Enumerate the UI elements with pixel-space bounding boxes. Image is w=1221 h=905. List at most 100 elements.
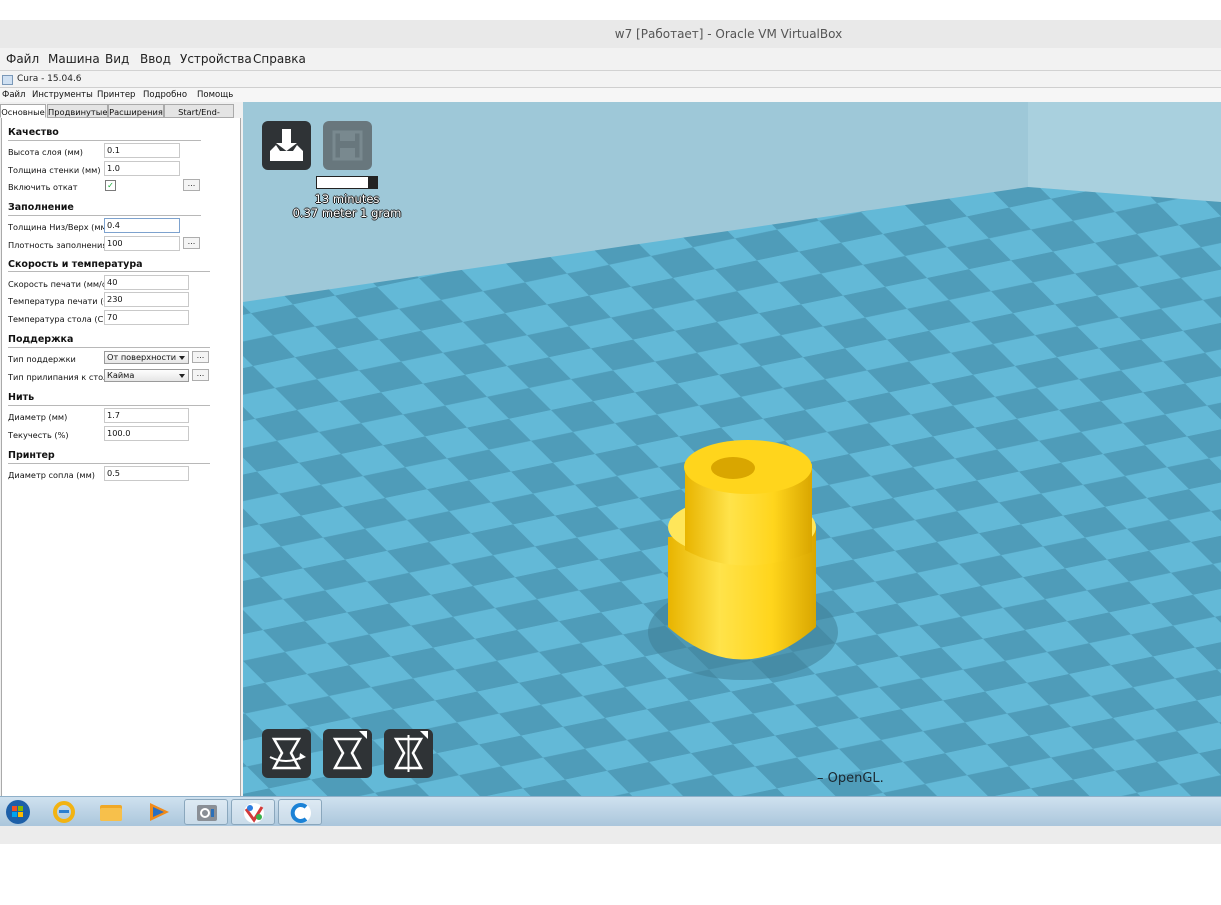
section-title-machine: Принтер (8, 450, 55, 461)
section-title-speed: Скорость и температура (8, 259, 143, 270)
start-button[interactable] (2, 799, 34, 825)
tab-advanced[interactable]: Продвинутые (47, 104, 108, 118)
support-settings-button[interactable]: ... (192, 351, 209, 363)
print-speed-field[interactable]: 40 (104, 275, 189, 290)
host-menu-machine[interactable]: Машина (48, 48, 100, 70)
section-title-support: Поддержка (8, 334, 74, 345)
retraction-label: Включить откат (8, 182, 78, 192)
section-title-filament: Нить (8, 392, 35, 403)
host-menu-devices[interactable]: Устройства (180, 48, 252, 70)
taskbar-cura[interactable] (278, 799, 322, 825)
cura-title-bar: Cura - 15.04.6 (0, 71, 1221, 88)
flow-field[interactable]: 100.0 (104, 426, 189, 441)
scale-button[interactable] (323, 729, 372, 778)
taskbar-file-explorer[interactable] (92, 799, 130, 825)
print-time-text: 13 minutes (314, 192, 380, 206)
print-temperature-label: Температура печати (C) (8, 296, 113, 306)
adhesion-type-label: Тип прилипания к столу (8, 372, 114, 382)
cura-menu-help[interactable]: Помощь (197, 88, 233, 102)
bottom-top-thickness-label: Толщина Низ/Верх (мм) (8, 222, 110, 232)
section-divider (8, 215, 201, 216)
control-panel-icon (197, 805, 217, 821)
media-player-icon (150, 803, 169, 821)
fill-density-field[interactable]: 100 (104, 236, 180, 251)
nozzle-size-label: Диаметр сопла (мм) (8, 470, 95, 480)
print-speed-label: Скорость печати (мм/с) (8, 279, 110, 289)
print-material-text: 0.37 meter 1 gram (292, 206, 402, 220)
taskbar-paint[interactable] (231, 799, 275, 825)
host-window-title-text: w7 [Работает] - Oracle VM VirtualBox (614, 27, 843, 41)
tab-plugins[interactable]: Расширения (108, 104, 164, 118)
3d-viewport[interactable]: 13 minutes 0.37 meter 1 gram – OpenGL. (243, 102, 1221, 796)
retraction-settings-button[interactable]: ... (183, 179, 200, 191)
tab-start-end-gcode[interactable]: Start/End-GCode (164, 104, 234, 131)
section-title-fill: Заполнение (8, 202, 74, 213)
mirror-icon (393, 731, 428, 772)
host-window-title: w7 [Работает] - Oracle VM VirtualBox (0, 20, 1221, 48)
rotate-icon (269, 737, 306, 770)
renderer-info-text: – OpenGL. (817, 771, 884, 786)
bed-temperature-label: Температура стола (C) (8, 314, 107, 324)
nozzle-size-field[interactable]: 0.5 (104, 466, 189, 481)
guest-taskbar (0, 796, 1221, 827)
support-type-label: Тип поддержки (8, 354, 76, 364)
host-menu-file[interactable]: Файл (6, 48, 39, 70)
filament-diameter-label: Диаметр (мм) (8, 412, 68, 422)
save-toolpath-icon (332, 130, 363, 161)
internet-explorer-icon (53, 801, 75, 823)
taskbar-control-panel[interactable] (184, 799, 228, 825)
cura-menu-file[interactable]: Файл (2, 88, 25, 102)
cura-menu-tools[interactable]: Инструменты (32, 88, 93, 102)
section-divider (8, 463, 210, 464)
support-type-value: От поверхности (107, 352, 177, 362)
chevron-down-icon (179, 374, 185, 378)
host-menu-help[interactable]: Справка (253, 48, 306, 70)
save-toolpath-button[interactable] (323, 121, 372, 170)
section-divider (8, 347, 210, 348)
cura-menu-machine[interactable]: Принтер (97, 88, 135, 102)
layer-height-field[interactable]: 0.1 (104, 143, 180, 158)
cura-menu-bar: Файл Инструменты Принтер Подробно Помощь (0, 88, 1221, 102)
file-explorer-icon (100, 805, 122, 821)
section-divider (8, 405, 210, 406)
mirror-button[interactable] (384, 729, 433, 778)
tab-basic[interactable]: Основные (0, 104, 46, 118)
load-model-icon (270, 129, 303, 161)
cura-app-icon (290, 803, 311, 823)
adhesion-settings-button[interactable]: ... (192, 369, 209, 381)
rotate-button[interactable] (262, 729, 311, 778)
cura-window-title: Cura - 15.04.6 (17, 74, 82, 84)
section-title-quality: Качество (8, 127, 59, 138)
settings-form: Качество Высота слоя (мм) 0.1 Толщина ст… (1, 118, 241, 797)
settings-panel: Основные Продвинутые Расширения Start/En… (0, 102, 244, 797)
layer-height-label: Высота слоя (мм) (8, 147, 83, 157)
support-type-select[interactable]: От поверхности (104, 351, 189, 364)
section-divider (8, 140, 201, 141)
load-model-button[interactable] (262, 121, 311, 170)
filament-diameter-field[interactable]: 1.7 (104, 408, 189, 423)
section-divider (8, 271, 210, 272)
cura-menu-expert[interactable]: Подробно (143, 88, 187, 102)
slicing-progress-bar (316, 176, 378, 189)
taskbar-internet-explorer[interactable] (45, 799, 83, 825)
host-status-bar (0, 826, 1221, 844)
bed-temperature-field[interactable]: 70 (104, 310, 189, 325)
side-wall (1028, 102, 1221, 202)
model-hole (711, 457, 755, 479)
chevron-down-icon (179, 356, 185, 360)
adhesion-type-select[interactable]: Кайма (104, 369, 189, 382)
print-temperature-field[interactable]: 230 (104, 292, 189, 307)
fill-settings-button[interactable]: ... (183, 237, 200, 249)
host-menu-view[interactable]: Вид (105, 48, 129, 70)
cura-window-icon (2, 75, 13, 85)
adhesion-type-value: Кайма (107, 370, 135, 380)
retraction-checkbox[interactable]: ✓ (105, 180, 116, 191)
taskbar-media-player[interactable] (139, 799, 177, 825)
host-menu-bar: Файл Машина Вид Ввод Устройства Справка (0, 48, 1221, 71)
host-menu-input[interactable]: Ввод (140, 48, 171, 70)
progress-fill (368, 177, 377, 188)
start-orb-icon (6, 800, 30, 824)
shell-thickness-field[interactable]: 1.0 (104, 161, 180, 176)
bottom-top-thickness-field[interactable]: 0.4 (104, 218, 180, 233)
scale-icon (332, 731, 367, 770)
